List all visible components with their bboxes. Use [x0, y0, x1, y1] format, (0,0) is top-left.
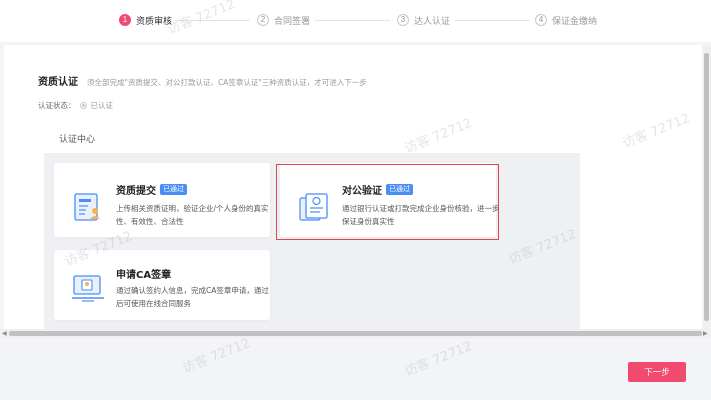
step-connector [315, 20, 390, 21]
step-number: 3 [397, 14, 409, 26]
step-1: 1 资质审核 [119, 12, 172, 28]
step-4: 4 保证金缴纳 [535, 12, 597, 28]
step-connector [175, 20, 250, 21]
step-2: 2 合同签署 [257, 12, 310, 28]
card-ca-signature[interactable]: 申请CA签章 通过确认签约人信息，完成CA签章申请，通过后可使用在线合同服务 [54, 250, 270, 320]
step-label: 资质审核 [136, 16, 173, 27]
step-connector [455, 20, 530, 21]
step-number: 4 [535, 14, 547, 26]
card-title-row: 资质提交 已通过 [116, 182, 187, 197]
scroll-right-icon[interactable]: ▶ [703, 330, 708, 337]
footer [0, 338, 711, 400]
scroll-left-icon[interactable]: ◀ [2, 330, 7, 337]
section-header: 资质认证 须全部完成"资质提交、对公打款认证、CA签章认证"三种资质认证，才可进… [38, 73, 367, 88]
stepper: 1 资质审核 2 合同签署 3 达人认证 4 保证金缴纳 [0, 0, 711, 42]
card-title: 申请CA签章 [116, 270, 172, 281]
highlight-box [276, 164, 499, 240]
step-number: 1 [119, 14, 131, 26]
status-row: 认证状态： 已认证 [38, 100, 113, 111]
card-desc: 通过确认签约人信息，完成CA签章申请，通过后可使用在线合同服务 [116, 286, 269, 308]
passed-badge: 已通过 [160, 184, 187, 195]
step-label: 达人认证 [414, 16, 451, 27]
scroll-thumb[interactable] [9, 331, 702, 336]
step-number: 2 [257, 14, 269, 26]
step-label: 合同签署 [274, 16, 311, 27]
status-label: 认证状态： [38, 101, 76, 110]
document-user-icon [74, 193, 100, 221]
status-dot-icon [79, 102, 87, 109]
step-label: 保证金缴纳 [552, 16, 598, 27]
scroll-thumb[interactable] [704, 53, 709, 321]
vertical-scrollbar[interactable] [702, 45, 711, 329]
step-3: 3 达人认证 [397, 12, 450, 28]
section-desc: 须全部完成"资质提交、对公打款认证、CA签章认证"三种资质认证，才可进入下一步 [87, 78, 367, 87]
qualification-panel: 资质认证 须全部完成"资质提交、对公打款认证、CA签章认证"三种资质认证，才可进… [4, 45, 704, 330]
status-value: 已认证 [90, 101, 114, 110]
center-title: 认证中心 [59, 135, 96, 145]
card-title-row: 申请CA签章 [116, 266, 171, 281]
next-button[interactable]: 下一步 [628, 362, 686, 382]
card-title: 资质提交 [116, 186, 156, 197]
card-desc: 上传相关资质证明，验证企业/个人身份的真实性、有效性、合法性 [116, 204, 269, 226]
card-qualification-submit[interactable]: 资质提交 已通过 上传相关资质证明，验证企业/个人身份的真实性、有效性、合法性 [54, 163, 270, 237]
horizontal-scrollbar[interactable]: ◀ ▶ [0, 329, 711, 338]
computer-seal-icon [72, 275, 104, 302]
section-title: 资质认证 [38, 77, 78, 88]
